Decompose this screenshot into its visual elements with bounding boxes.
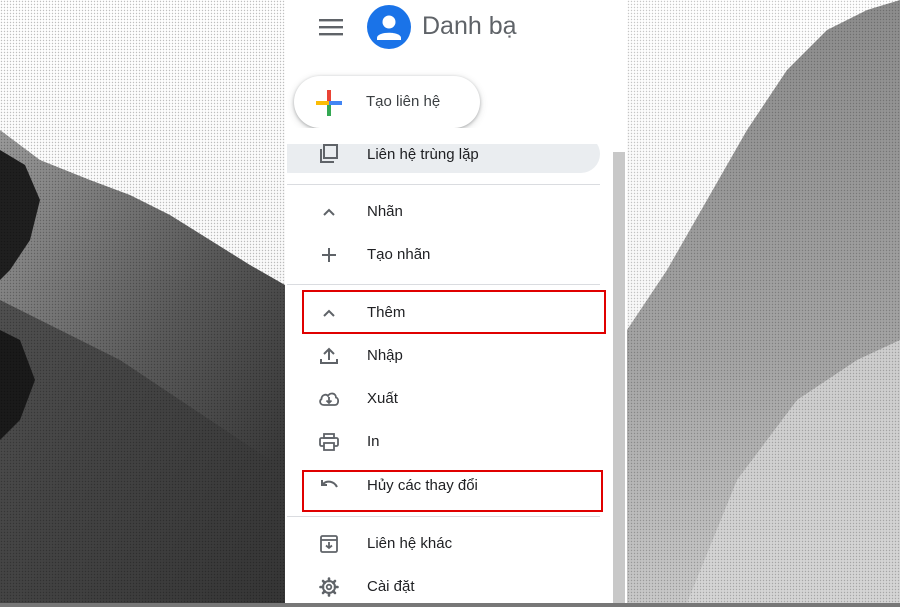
divider xyxy=(287,284,600,285)
background-photo-right xyxy=(627,0,900,603)
create-contact-button[interactable]: Tạo liên hệ xyxy=(294,76,480,128)
hamburger-menu-icon[interactable] xyxy=(319,17,343,37)
plus-icon xyxy=(318,244,340,266)
create-contact-label: Tạo liên hệ xyxy=(366,93,441,110)
chevron-up-icon xyxy=(318,201,340,223)
app-title: Danh bạ xyxy=(422,12,517,40)
sidebar-item-label: Liên hệ khác xyxy=(367,535,453,552)
sidebar-item-create-label[interactable]: Tạo nhãn xyxy=(287,235,600,275)
divider xyxy=(287,516,600,517)
sidebar-item-label: Tạo nhãn xyxy=(367,246,431,263)
highlight-box-undo xyxy=(302,470,603,512)
upload-icon xyxy=(318,345,340,367)
scrollbar[interactable] xyxy=(613,152,625,603)
sidebar-item-label: Nhãn xyxy=(367,203,403,220)
multicolor-plus-icon xyxy=(314,88,344,118)
background-photo-left xyxy=(0,0,285,603)
sidebar-item-label: Liên hệ trùng lặp xyxy=(367,146,479,163)
sidebar-item-settings[interactable]: Cài đặt xyxy=(287,567,600,607)
contacts-avatar-icon[interactable] xyxy=(367,5,411,49)
archive-icon xyxy=(318,533,340,555)
sidebar-item-label: Cài đặt xyxy=(367,578,415,595)
cloud-download-icon xyxy=(318,388,340,410)
sidebar-item-labels[interactable]: Nhãn xyxy=(287,192,600,232)
sidebar-item-other-contacts[interactable]: Liên hệ khác xyxy=(287,524,600,564)
sidebar-item-label: In xyxy=(367,433,380,450)
gear-icon xyxy=(318,576,340,598)
divider xyxy=(287,184,600,185)
highlight-box-more xyxy=(302,290,606,334)
sidebar-item-export[interactable]: Xuất xyxy=(287,379,600,419)
sidebar-item-print[interactable]: In xyxy=(287,422,600,462)
list-scroll-clip xyxy=(287,128,613,144)
sidebar-item-label: Xuất xyxy=(367,390,398,407)
sidebar-item-label: Nhập xyxy=(367,347,403,364)
copy-icon xyxy=(318,143,340,165)
sidebar-item-import[interactable]: Nhập xyxy=(287,336,600,376)
printer-icon xyxy=(318,431,340,453)
